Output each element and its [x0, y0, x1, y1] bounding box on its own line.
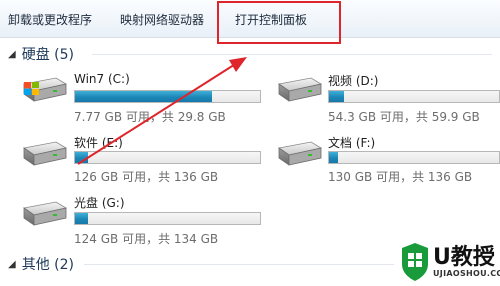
drive-d[interactable]: 视频 (D:) 54.3 GB 可用，共 59.9 GB — [273, 70, 500, 124]
drive-usage-bar — [74, 212, 261, 225]
drive-usage-bar — [328, 90, 500, 103]
drive-usage-fill — [329, 91, 345, 102]
drive-c[interactable]: Win7 (C:) 7.77 GB 可用，共 29.8 GB — [18, 70, 268, 124]
shield-logo-icon — [402, 243, 428, 281]
group-header-hard-drives[interactable]: ◢ 硬盘 (5) — [8, 44, 74, 64]
group-label: 其他 (2) — [21, 257, 74, 273]
drive-usage-fill — [75, 91, 212, 102]
drive-name: 软件 (E:) — [74, 136, 123, 150]
group-header-other[interactable]: ◢ 其他 (2) — [8, 254, 74, 274]
hard-drive-icon — [278, 77, 322, 102]
group-divider — [84, 264, 394, 265]
hard-drive-icon — [23, 141, 67, 166]
drive-capacity: 126 GB 可用，共 136 GB — [74, 170, 219, 184]
drive-capacity: 7.77 GB 可用，共 29.8 GB — [74, 110, 226, 124]
hard-drive-icon — [278, 141, 322, 166]
uninstall-program-button[interactable]: 卸载或更改程序 — [8, 11, 92, 28]
watermark-brand: U教授 — [433, 245, 495, 270]
annotation-highlight-box — [217, 1, 341, 44]
hard-drive-icon — [23, 201, 67, 226]
hard-drive-icon — [23, 77, 67, 102]
drive-capacity: 54.3 GB 可用，共 59.9 GB — [328, 110, 480, 124]
drive-usage-fill — [75, 213, 88, 224]
map-network-drive-button[interactable]: 映射网络驱动器 — [120, 11, 204, 28]
expand-arrow-icon[interactable]: ◢ — [8, 49, 16, 60]
drive-name: 光盘 (G:) — [74, 196, 125, 210]
group-divider — [92, 54, 492, 55]
watermark: U教授 UJIAOSHOU.COM — [400, 238, 500, 286]
drive-usage-bar — [74, 151, 261, 164]
expand-arrow-icon[interactable]: ◢ — [8, 259, 16, 270]
drive-name: Win7 (C:) — [74, 72, 130, 86]
drive-capacity: 130 GB 可用，共 136 GB — [328, 170, 473, 184]
drive-e[interactable]: 软件 (E:) 126 GB 可用，共 136 GB — [18, 134, 268, 184]
drive-capacity: 124 GB 可用，共 134 GB — [74, 232, 219, 246]
group-label: 硬盘 (5) — [21, 47, 74, 63]
drive-usage-bar — [328, 151, 500, 164]
drive-usage-fill — [329, 152, 338, 163]
drive-f[interactable]: 文档 (F:) 130 GB 可用，共 136 GB — [273, 134, 500, 184]
drive-usage-bar — [74, 90, 261, 103]
watermark-url: UJIAOSHOU.COM — [433, 269, 500, 278]
drive-name: 视频 (D:) — [328, 74, 379, 88]
drive-g[interactable]: 光盘 (G:) 124 GB 可用，共 134 GB — [18, 194, 268, 246]
drive-usage-fill — [75, 152, 88, 163]
drive-name: 文档 (F:) — [328, 136, 376, 150]
